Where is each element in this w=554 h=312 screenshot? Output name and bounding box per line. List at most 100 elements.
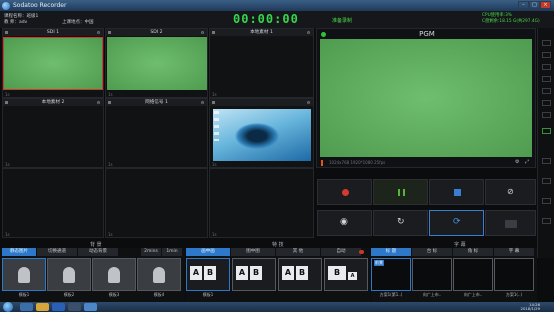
tab-title[interactable]: 标 题 xyxy=(371,248,411,256)
auto-toggle-icon[interactable] xyxy=(359,250,364,254)
template-thumb[interactable] xyxy=(2,258,46,291)
tab-other[interactable]: 其 他 xyxy=(276,248,320,256)
pause-icon xyxy=(398,189,405,196)
toolbar-item-icon[interactable] xyxy=(542,158,551,164)
app-title: Sodatoo Recorder xyxy=(13,2,67,9)
layout-b-icon: B xyxy=(296,266,308,280)
tab-station-logo[interactable]: 台 标 xyxy=(412,248,452,256)
template-thumb[interactable] xyxy=(137,258,181,291)
camera-button[interactable] xyxy=(485,210,536,236)
thumb-label: 方案1(..) xyxy=(505,292,523,297)
subtitle-template-4[interactable] xyxy=(494,258,534,291)
toolbar-item-icon[interactable] xyxy=(542,40,551,46)
close-button[interactable]: × xyxy=(540,1,551,9)
thumb-label: 模板4 xyxy=(153,292,165,297)
settings-icon[interactable]: ⚙ xyxy=(96,100,101,105)
source-cell-empty[interactable]: 1s xyxy=(209,168,314,238)
section-label-subtitles: 字 幕 xyxy=(454,242,466,248)
subtitle-template-1[interactable]: 前景 xyxy=(371,258,411,291)
tab-dynamic-bg[interactable]: 动态背景 xyxy=(78,248,118,256)
cell-title: 本地素材 2 xyxy=(41,100,65,105)
desktop-icons xyxy=(214,111,219,141)
subtitle-template-3[interactable] xyxy=(453,258,493,291)
word-icon[interactable] xyxy=(52,303,65,311)
cell-header: SDI 2 ⚙ xyxy=(106,29,207,36)
layout-a-icon: A xyxy=(282,266,294,280)
toolbar-item-icon[interactable] xyxy=(542,178,551,184)
fullscreen-icon[interactable]: ⤢ xyxy=(525,159,529,165)
source-cell-local1[interactable]: 本地素材 1 ⚙ 1s xyxy=(209,28,314,98)
layout-b-icon: B xyxy=(328,266,346,280)
tab-pip[interactable]: 画中画 xyxy=(186,248,230,256)
toolbar-item-icon[interactable] xyxy=(542,64,551,70)
thumb-label: 模板3 xyxy=(108,292,120,297)
source-cell-desktop[interactable]: ⚙ 1s xyxy=(209,98,314,168)
settings-icon[interactable]: ⚙ xyxy=(96,30,101,35)
sync-button[interactable]: ⟳ xyxy=(429,210,484,236)
source-cell-local2[interactable]: 本地素材 2 ⚙ 1s xyxy=(2,98,104,168)
source-cell-sdi2[interactable]: SDI 2 ⚙ 1s xyxy=(105,28,208,98)
tab-corner-logo[interactable]: 角 标 xyxy=(453,248,493,256)
refresh-button[interactable]: ↻ xyxy=(373,210,428,236)
toolbar-item-icon[interactable] xyxy=(542,52,551,58)
cell-header: 本地素材 2 ⚙ xyxy=(3,99,103,106)
template-thumb[interactable] xyxy=(47,258,91,291)
record-timer: 00:00:00 xyxy=(233,12,299,26)
tab-1min[interactable]: 1min xyxy=(162,248,182,256)
cell-header: ⚙ xyxy=(210,99,313,106)
tab-auto[interactable]: 自动 xyxy=(321,248,361,256)
tab-image-in-image[interactable]: 图中图 xyxy=(231,248,275,256)
person-icon xyxy=(18,267,30,283)
record-button[interactable] xyxy=(317,179,372,205)
stop-button[interactable] xyxy=(429,179,484,205)
pgm-info: 1024x768 1920*1080 25fps xyxy=(329,160,386,165)
pgm-settings-icon[interactable]: ⚙ xyxy=(515,159,519,165)
cell-title: 网络信号 1 xyxy=(145,100,168,105)
toolbar-item-icon[interactable] xyxy=(542,198,551,204)
toolbar-item-icon[interactable] xyxy=(542,100,551,106)
video-preview xyxy=(107,37,207,90)
toolbar-item-icon[interactable] xyxy=(542,76,551,82)
tab-subtitle[interactable]: 字 幕 xyxy=(494,248,534,256)
snapshot-button[interactable]: ⊘ xyxy=(485,179,536,205)
signal-dot-icon xyxy=(108,101,111,104)
maximize-button[interactable]: □ xyxy=(529,1,540,9)
section-label-effects: 特 技 xyxy=(272,242,284,248)
tab-2mins[interactable]: 2mins xyxy=(141,248,161,256)
folder-icon[interactable] xyxy=(36,303,49,311)
settings-icon[interactable]: ⚙ xyxy=(200,30,205,35)
pause-button[interactable] xyxy=(373,179,428,205)
source-cell-empty[interactable]: 1s xyxy=(2,168,104,238)
signal-dot-icon xyxy=(5,31,8,34)
cell-header: 本地素材 1 ⚙ xyxy=(210,29,313,36)
live-push-button[interactable]: ◉ xyxy=(317,210,372,236)
recorder-taskbar-icon[interactable] xyxy=(84,303,97,311)
thumb-label: 向广上市.. xyxy=(463,292,483,297)
source-cell-empty[interactable]: 1s xyxy=(105,168,208,238)
toolbar-item-icon[interactable] xyxy=(542,88,551,94)
template-thumb[interactable] xyxy=(92,258,136,291)
toolbar-item-icon[interactable] xyxy=(542,128,551,134)
tab-switch-channel[interactable]: 切换通道 xyxy=(37,248,77,256)
start-menu-icon[interactable] xyxy=(3,302,13,312)
app-icon[interactable] xyxy=(68,303,81,311)
source-cell-sdi1[interactable]: SDI 1 ⚙ 1s xyxy=(2,28,104,98)
teacher-info: 教 师：adv xyxy=(4,19,27,25)
disk-space: C盘剩余:18.15 G(共297.4G) xyxy=(482,19,540,24)
system-clock: 14:26 2018/1/29 xyxy=(521,303,540,311)
tab-static-image[interactable]: 静态图片 xyxy=(2,248,36,256)
desktop-preview xyxy=(213,109,311,161)
toolbar-item-icon[interactable] xyxy=(542,218,551,224)
thumb-label: 方案1(第1..) xyxy=(379,292,403,297)
settings-icon[interactable]: ⚙ xyxy=(200,100,205,105)
person-icon xyxy=(63,267,75,283)
source-cell-network1[interactable]: 网络信号 1 ⚙ 1s xyxy=(105,98,208,168)
toolbar-item-icon[interactable] xyxy=(542,112,551,118)
settings-icon[interactable]: ⚙ xyxy=(306,100,311,105)
subtitle-template-2[interactable] xyxy=(412,258,452,291)
cell-footer: 1s xyxy=(108,232,113,237)
minimize-button[interactable]: – xyxy=(518,1,529,9)
settings-icon[interactable]: ⚙ xyxy=(306,30,311,35)
cell-footer: 1s xyxy=(212,162,217,167)
ie-icon[interactable] xyxy=(20,303,33,311)
